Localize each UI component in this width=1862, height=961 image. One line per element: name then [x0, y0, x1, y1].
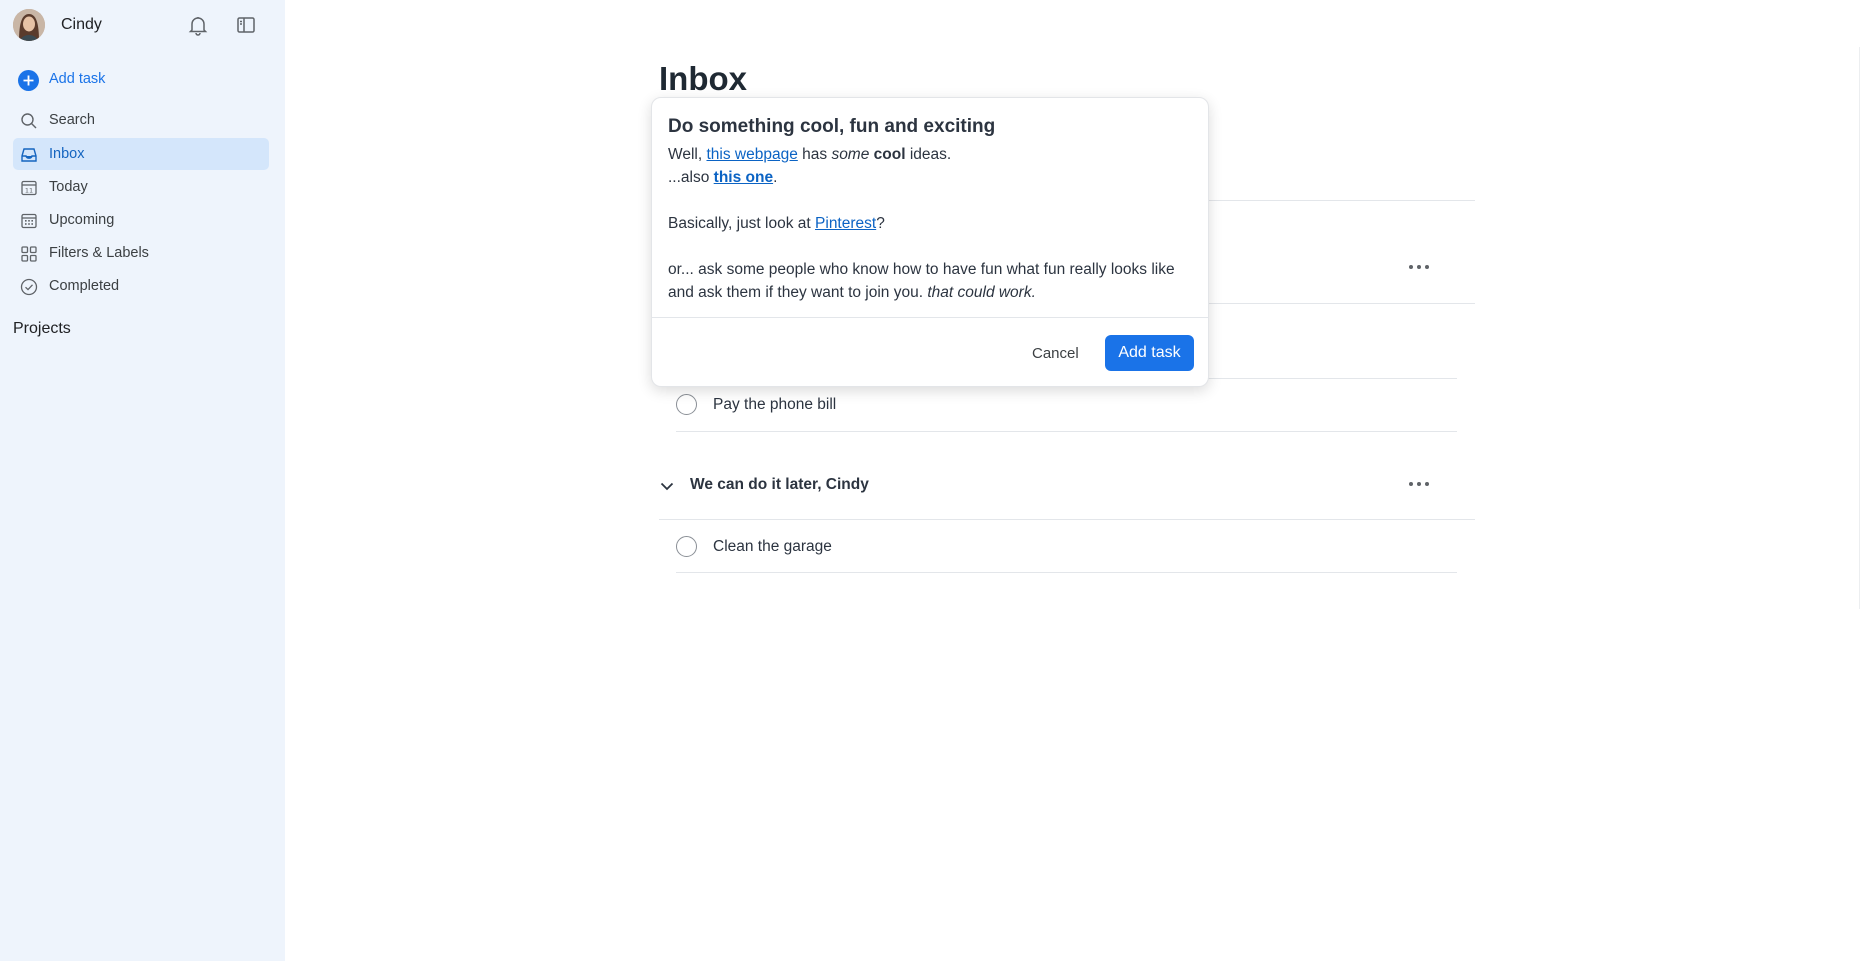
list-item: Pay the phone bill — [676, 393, 1456, 417]
this-one-link[interactable]: this one — [714, 169, 773, 186]
sidebar-header: Cindy — [13, 9, 273, 41]
sidebar: Cindy Add task Search Inbox 11 Today Upc… — [0, 0, 285, 961]
sidebar-item-label: Today — [49, 179, 88, 195]
sidebar-item-label: Completed — [49, 278, 120, 294]
cancel-button[interactable]: Cancel — [1032, 341, 1079, 365]
dialog-divider — [652, 317, 1208, 318]
sidebar-item-label: Inbox — [49, 146, 85, 162]
sidebar-item-label: Filters & Labels — [49, 245, 149, 261]
add-task-button[interactable]: Add task — [16, 68, 266, 92]
text: Well, — [668, 146, 707, 163]
sidebar-item-today[interactable]: 11 Today — [13, 171, 269, 203]
more-options-icon[interactable] — [1409, 265, 1431, 271]
description-line: ...also this one. — [668, 166, 1198, 189]
text: or... ask some people who know how to ha… — [668, 261, 1175, 301]
section-title[interactable]: We can do it later, Cindy — [690, 476, 869, 494]
dialog-title[interactable]: Do something cool, fun and exciting — [668, 116, 995, 138]
dialog-description[interactable]: Well, this webpage has some cool ideas. … — [668, 143, 1198, 304]
avatar[interactable] — [13, 9, 45, 41]
right-panel-edge — [1859, 47, 1860, 609]
italic-text: some — [831, 146, 870, 163]
task-checkbox[interactable] — [676, 394, 697, 415]
svg-text:11: 11 — [25, 187, 33, 195]
sidebar-item-inbox[interactable]: Inbox — [13, 138, 269, 170]
chevron-down-icon[interactable] — [659, 478, 675, 494]
pinterest-link[interactable]: Pinterest — [815, 215, 876, 232]
add-task-label: Add task — [49, 71, 106, 87]
grid-icon — [20, 245, 38, 263]
search-icon — [20, 112, 38, 130]
description-line: or... ask some people who know how to ha… — [668, 258, 1198, 304]
user-name[interactable]: Cindy — [61, 16, 102, 34]
text: ...also — [668, 169, 714, 186]
sidebar-item-label: Search — [49, 112, 95, 128]
calendar-grid-icon — [20, 212, 38, 230]
description-line: Basically, just look at Pinterest? — [668, 212, 1198, 235]
text: Basically, just look at — [668, 215, 816, 232]
task-checkbox[interactable] — [676, 536, 697, 557]
divider — [659, 519, 1475, 520]
section-header: We can do it later, Cindy — [659, 474, 1479, 498]
page-title: Inbox — [659, 60, 747, 97]
plus-icon — [18, 70, 39, 91]
sidebar-item-search[interactable]: Search — [13, 104, 269, 136]
text: . — [773, 169, 778, 186]
divider — [676, 572, 1457, 573]
webpage-link[interactable]: this webpage — [706, 146, 797, 163]
inbox-icon — [20, 146, 38, 164]
task-dialog: Do something cool, fun and exciting Well… — [651, 97, 1209, 387]
list-item: Clean the garage — [676, 535, 1456, 559]
italic-text: that could work. — [927, 284, 1036, 301]
more-options-icon[interactable] — [1409, 482, 1431, 488]
sidebar-item-completed[interactable]: Completed — [13, 270, 269, 302]
add-task-submit-button[interactable]: Add task — [1105, 335, 1194, 371]
sidebar-item-filters-labels[interactable]: Filters & Labels — [13, 237, 269, 269]
sidebar-toggle-icon[interactable] — [234, 13, 258, 37]
sidebar-item-label: Upcoming — [49, 212, 115, 228]
task-title[interactable]: Pay the phone bill — [713, 396, 836, 414]
text: ideas. — [905, 146, 952, 163]
calendar-today-icon: 11 — [20, 179, 38, 197]
text: ? — [876, 215, 885, 232]
bold-text: cool — [873, 146, 906, 163]
projects-heading[interactable]: Projects — [13, 320, 71, 338]
text: has — [797, 146, 832, 163]
divider — [676, 431, 1457, 432]
description-line: Well, this webpage has some cool ideas. — [668, 143, 1198, 166]
sidebar-item-upcoming[interactable]: Upcoming — [13, 204, 269, 236]
task-title[interactable]: Clean the garage — [713, 538, 832, 556]
notifications-bell-icon[interactable] — [186, 13, 210, 37]
check-circle-icon — [20, 278, 38, 296]
